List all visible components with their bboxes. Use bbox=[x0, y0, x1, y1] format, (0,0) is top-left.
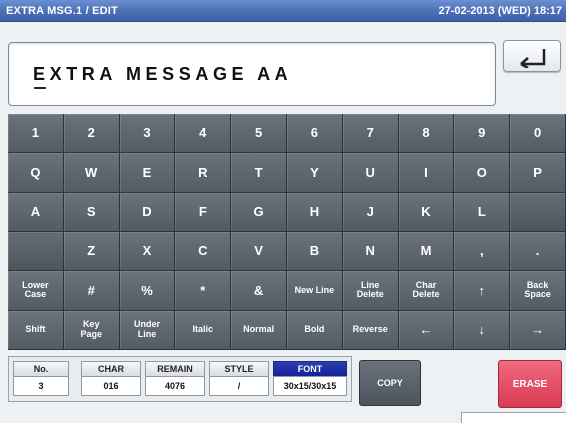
return-arrow-icon bbox=[520, 49, 546, 68]
key-under-line[interactable]: Under Line bbox=[119, 310, 176, 350]
key-sym-37[interactable]: % bbox=[119, 271, 176, 311]
no-value: 3 bbox=[13, 376, 69, 396]
corner-tab bbox=[461, 412, 566, 423]
back-button[interactable] bbox=[503, 40, 561, 72]
no-label: No. bbox=[13, 361, 69, 376]
copy-button[interactable]: COPY bbox=[359, 360, 421, 406]
char-value: 016 bbox=[81, 376, 141, 396]
key-o[interactable]: O bbox=[454, 153, 511, 193]
font-label: FONT bbox=[273, 361, 347, 376]
key-normal[interactable]: Normal bbox=[231, 310, 287, 350]
char-field: CHAR 016 bbox=[81, 361, 141, 399]
key-sym-35[interactable]: # bbox=[63, 271, 120, 311]
key-a[interactable]: A bbox=[8, 192, 64, 232]
key-u[interactable]: U bbox=[342, 153, 399, 193]
title-bar: EXTRA MSG.1 / EDIT 27-02-2013 (WED) 18:1… bbox=[0, 0, 566, 22]
key-blank[interactable] bbox=[8, 232, 64, 272]
key-w[interactable]: W bbox=[63, 153, 120, 193]
key-c[interactable]: C bbox=[175, 232, 232, 272]
key-blank[interactable] bbox=[510, 192, 566, 232]
key-v[interactable]: V bbox=[231, 232, 287, 272]
key-s[interactable]: S bbox=[63, 192, 120, 232]
key-2[interactable]: 2 bbox=[63, 114, 120, 154]
key-g[interactable]: G bbox=[231, 192, 287, 232]
key-9[interactable]: 9 bbox=[454, 114, 511, 154]
key-italic[interactable]: Italic bbox=[175, 310, 232, 350]
erase-button[interactable]: ERASE bbox=[498, 360, 562, 408]
key-q[interactable]: Q bbox=[8, 153, 64, 193]
key-h[interactable]: H bbox=[287, 192, 343, 232]
key-sym-46[interactable]: . bbox=[510, 232, 566, 272]
style-label: STYLE bbox=[209, 361, 269, 376]
key-z[interactable]: Z bbox=[63, 232, 120, 272]
key-sym-38[interactable]: & bbox=[231, 271, 287, 311]
key-7[interactable]: 7 bbox=[342, 114, 399, 154]
key-x[interactable]: X bbox=[119, 232, 176, 272]
key-e[interactable]: E bbox=[119, 153, 176, 193]
key-lower-case[interactable]: Lower Case bbox=[8, 271, 64, 311]
key-sym-42[interactable]: * bbox=[175, 271, 232, 311]
key-bold[interactable]: Bold bbox=[287, 310, 343, 350]
key-p[interactable]: P bbox=[510, 153, 566, 193]
remain-field: REMAIN 4076 bbox=[145, 361, 205, 399]
key-1[interactable]: 1 bbox=[8, 114, 64, 154]
font-field[interactable]: FONT 30x15/30x15 bbox=[273, 361, 347, 399]
remain-label: REMAIN bbox=[145, 361, 205, 376]
key-sym-8593[interactable]: ↑ bbox=[454, 271, 511, 311]
key-t[interactable]: T bbox=[231, 153, 287, 193]
key-d[interactable]: D bbox=[119, 192, 176, 232]
text-cursor bbox=[34, 87, 46, 89]
key-shift[interactable]: Shift bbox=[8, 310, 64, 350]
no-field: No. 3 bbox=[13, 361, 69, 399]
key-m[interactable]: M bbox=[398, 232, 455, 272]
key-new-line[interactable]: New Line bbox=[287, 271, 343, 311]
message-display[interactable]: EXTRA MESSAGE AA bbox=[8, 42, 496, 106]
font-value: 30x15/30x15 bbox=[273, 376, 347, 396]
key-sym-8592[interactable]: ← bbox=[398, 310, 455, 350]
key-6[interactable]: 6 bbox=[287, 114, 343, 154]
date-time: 27-02-2013 (WED) 18:17 bbox=[438, 5, 562, 17]
char-label: CHAR bbox=[81, 361, 141, 376]
key-sym-8595[interactable]: ↓ bbox=[454, 310, 511, 350]
key-8[interactable]: 8 bbox=[398, 114, 455, 154]
key-n[interactable]: N bbox=[342, 232, 399, 272]
key-0[interactable]: 0 bbox=[510, 114, 566, 154]
message-text: EXTRA MESSAGE AA bbox=[33, 64, 293, 84]
key-j[interactable]: J bbox=[342, 192, 399, 232]
key-5[interactable]: 5 bbox=[231, 114, 287, 154]
key-r[interactable]: R bbox=[175, 153, 232, 193]
style-value: / bbox=[209, 376, 269, 396]
key-k[interactable]: K bbox=[398, 192, 455, 232]
on-screen-keyboard: 1 2 3 4 5 6 7 8 9 0 Q W E R T Y U I O P A S D F G H J K L Z X C V B N M,. Lo… bbox=[8, 114, 566, 350]
remain-value: 4076 bbox=[145, 376, 205, 396]
key-3[interactable]: 3 bbox=[119, 114, 176, 154]
key-reverse[interactable]: Reverse bbox=[342, 310, 399, 350]
key-sym-44[interactable]: , bbox=[454, 232, 511, 272]
key-i[interactable]: I bbox=[398, 153, 455, 193]
key-back-space[interactable]: Back Space bbox=[510, 271, 566, 311]
key-sym-8594[interactable]: → bbox=[510, 310, 566, 350]
key-key-page[interactable]: Key Page bbox=[63, 310, 120, 350]
key-4[interactable]: 4 bbox=[175, 114, 232, 154]
key-char-delete[interactable]: Char Delete bbox=[398, 271, 455, 311]
status-panel: No. 3 CHAR 016 REMAIN 4076 STYLE / FONT … bbox=[8, 356, 352, 402]
key-line-delete[interactable]: Line Delete bbox=[342, 271, 399, 311]
key-l[interactable]: L bbox=[454, 192, 511, 232]
key-y[interactable]: Y bbox=[287, 153, 343, 193]
key-f[interactable]: F bbox=[175, 192, 232, 232]
style-field: STYLE / bbox=[209, 361, 269, 399]
key-b[interactable]: B bbox=[287, 232, 343, 272]
screen-title: EXTRA MSG.1 / EDIT bbox=[6, 5, 118, 17]
